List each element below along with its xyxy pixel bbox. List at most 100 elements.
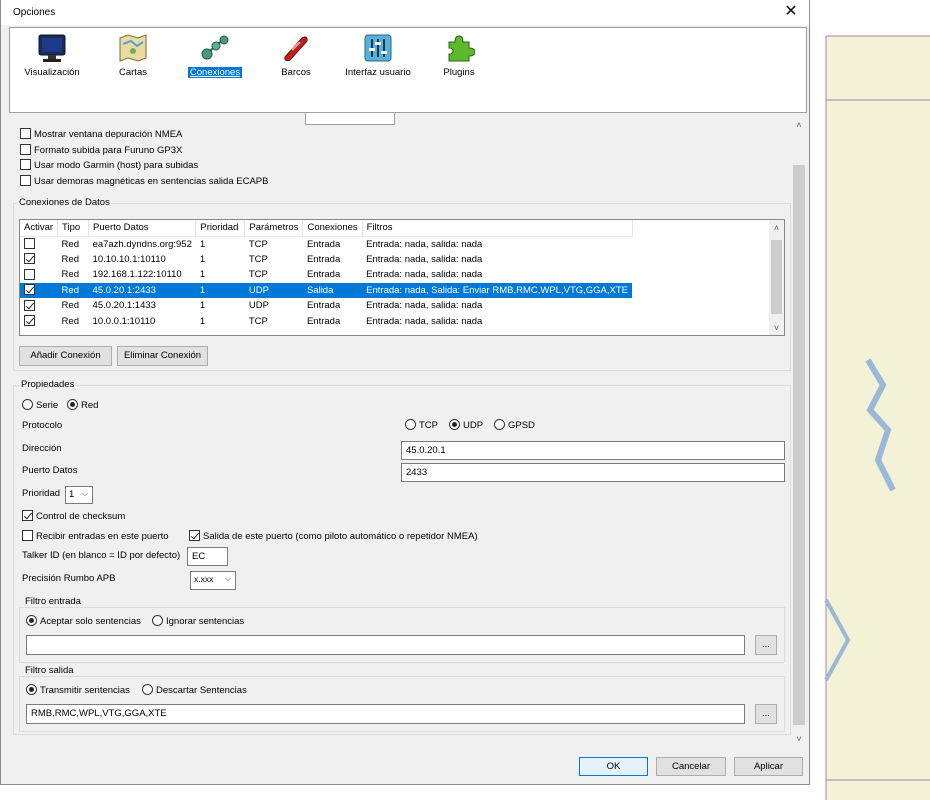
nmea-debug-checkbox[interactable] xyxy=(20,128,31,139)
priority-cell: 1 xyxy=(199,315,206,327)
params-cell: UDP xyxy=(248,300,269,312)
port-cell: 10.10.10.1:10110 xyxy=(92,253,166,265)
direction-cell: Entrada xyxy=(306,253,341,265)
checksum-checkbox[interactable] xyxy=(22,510,33,521)
tcp-radio-option[interactable]: TCP xyxy=(405,419,438,431)
tab-label: Interfaz usuario xyxy=(345,67,411,78)
priority-select[interactable]: 1 ⌵ xyxy=(65,486,93,504)
gpsd-radio-option[interactable]: GPSD xyxy=(494,419,535,431)
checksum-option[interactable]: Control de checksum xyxy=(22,510,125,522)
transmit-sentences-radio[interactable] xyxy=(26,684,37,695)
nmea-debug-option[interactable]: Mostrar ventana depuración NMEA xyxy=(20,128,182,140)
list-scroll-thumb[interactable] xyxy=(771,240,782,314)
tab-visualizacion[interactable]: Visualización xyxy=(12,32,92,78)
network-radio[interactable] xyxy=(67,399,78,410)
apply-button[interactable]: Aplicar xyxy=(734,757,803,776)
magnetic-checkbox[interactable] xyxy=(20,175,31,186)
furuno-option[interactable]: Formato subida para Furuno GP3X xyxy=(20,144,182,156)
filters-cell: Entrada: nada, salida: nada xyxy=(366,238,483,250)
tab-interfaz-usuario[interactable]: Interfaz usuario xyxy=(338,32,418,78)
output-port-checkbox[interactable] xyxy=(189,530,200,541)
gpsd-radio[interactable] xyxy=(494,419,505,430)
radio-label: UDP xyxy=(463,420,484,431)
active-checkbox[interactable] xyxy=(24,253,35,265)
output-port-option[interactable]: Salida de este puerto (como piloto autom… xyxy=(189,530,478,542)
active-checkbox[interactable] xyxy=(24,238,35,249)
panel-scroll-thumb[interactable] xyxy=(793,165,805,725)
address-input[interactable]: 45.0.20.1 xyxy=(401,441,785,460)
ignore-sentences-option[interactable]: Ignorar sentencias xyxy=(152,615,244,627)
garmin-checkbox[interactable] xyxy=(20,159,31,170)
serial-radio[interactable] xyxy=(22,399,33,410)
tab-cartas[interactable]: Cartas xyxy=(93,32,173,78)
table-row[interactable]: Red 10.0.0.1:10110 1 TCP Entrada Entrada… xyxy=(20,314,632,330)
remove-connection-button[interactable]: Eliminar Conexión xyxy=(117,346,208,366)
port-input[interactable]: 2433 xyxy=(401,463,785,482)
column-header[interactable]: Tipo xyxy=(57,220,90,237)
receive-input-checkbox[interactable] xyxy=(22,530,33,541)
transmit-sentences-option[interactable]: Transmitir sentencias xyxy=(26,684,130,696)
cancel-button[interactable]: Cancelar xyxy=(656,757,726,776)
receive-input-option[interactable]: Recibir entradas en este puerto xyxy=(22,530,169,542)
input-filter-field[interactable] xyxy=(26,635,745,655)
chevron-down-icon[interactable]: ˅ xyxy=(769,320,784,336)
active-checkbox[interactable] xyxy=(24,268,35,280)
tab-barcos[interactable]: Barcos xyxy=(256,32,336,78)
list-scrollbar[interactable]: ˄ ˅ xyxy=(769,220,784,335)
table-header: Activar Tipo Puerto Datos Prioridad Pará… xyxy=(20,220,633,237)
table-row[interactable]: Red 192.168.1.122:10110 1 TCP Entrada En… xyxy=(20,267,632,283)
accept-sentences-option[interactable]: Aceptar solo sentencias xyxy=(26,615,141,627)
accept-sentences-radio[interactable] xyxy=(26,615,37,626)
discard-sentences-option[interactable]: Descartar Sentencias xyxy=(142,684,247,696)
background-chart xyxy=(808,0,930,800)
furuno-checkbox[interactable] xyxy=(20,144,31,155)
table-row[interactable]: Red ea7azh.dyndns.org:952 1 TCP Entrada … xyxy=(20,236,632,252)
ok-button[interactable]: OK xyxy=(579,757,648,776)
column-header[interactable]: Puerto Datos xyxy=(88,220,197,237)
chevron-up-icon[interactable]: ˄ xyxy=(769,220,784,236)
chevron-down-icon[interactable]: ˅ xyxy=(791,731,807,747)
close-button[interactable]: ✕ xyxy=(779,2,803,22)
network-radio-option[interactable]: Red xyxy=(67,399,98,411)
column-header[interactable]: Activar xyxy=(20,220,59,237)
direction-cell: Entrada xyxy=(306,315,341,327)
active-checkbox[interactable] xyxy=(24,284,35,296)
discard-sentences-radio[interactable] xyxy=(142,684,153,695)
option-label: Mostrar ventana depuración NMEA xyxy=(34,129,183,140)
udp-radio[interactable] xyxy=(449,419,460,430)
table-row[interactable]: Red 10.10.10.1:10110 1 TCP Entrada Entra… xyxy=(20,252,632,268)
column-header[interactable]: Prioridad xyxy=(195,220,246,237)
filters-cell: Entrada: nada, salida: nada xyxy=(366,253,483,265)
output-filter-field[interactable]: RMB,RMC,WPL,VTG,GGA,XTE xyxy=(26,704,745,724)
column-header[interactable]: Filtros xyxy=(362,220,633,237)
column-header[interactable]: Conexiones xyxy=(302,220,363,237)
chevron-up-icon[interactable]: ˄ xyxy=(791,117,807,133)
protocol-label: Protocolo xyxy=(22,420,63,431)
table-row[interactable]: Red 45.0.20.1:1433 1 UDP Entrada Entrada… xyxy=(20,298,632,314)
talker-id-input[interactable]: EC xyxy=(187,547,228,566)
connections-icon xyxy=(201,35,229,60)
apb-precision-select[interactable]: x.xxx ⌵ xyxy=(190,571,236,590)
tab-plugins[interactable]: Plugins xyxy=(419,32,499,78)
connections-table: Activar Tipo Puerto Datos Prioridad Pará… xyxy=(20,220,633,329)
active-checkbox[interactable] xyxy=(24,315,35,327)
properties-title: Propiedades xyxy=(20,379,76,390)
type-cell: Red xyxy=(61,300,79,312)
panel-scrollbar[interactable]: ˄ ˅ xyxy=(791,113,807,745)
serial-radio-option[interactable]: Serie xyxy=(22,399,58,411)
tcp-radio[interactable] xyxy=(405,419,416,430)
radio-label: Transmitir sentencias xyxy=(40,685,130,696)
apb-precision-value: x.xxx xyxy=(194,574,214,584)
input-filter-browse-button[interactable]: ... xyxy=(755,635,777,655)
magnetic-option[interactable]: Usar demoras magnéticas en sentencias sa… xyxy=(20,175,268,187)
direction-cell: Entrada xyxy=(306,269,341,281)
garmin-option[interactable]: Usar modo Garmin (host) para subidas xyxy=(20,159,198,171)
tab-conexiones[interactable]: Conexiones xyxy=(175,32,255,78)
table-row-selected[interactable]: Red 45.0.20.1:2433 1 UDP Salida Entrada:… xyxy=(20,282,633,298)
active-checkbox[interactable] xyxy=(24,299,35,311)
add-connection-button[interactable]: Añadir Conexión xyxy=(19,346,112,366)
ignore-sentences-radio[interactable] xyxy=(152,615,163,626)
udp-radio-option[interactable]: UDP xyxy=(449,419,483,431)
output-filter-browse-button[interactable]: ... xyxy=(755,704,777,724)
column-header[interactable]: Parámetros xyxy=(244,220,304,237)
